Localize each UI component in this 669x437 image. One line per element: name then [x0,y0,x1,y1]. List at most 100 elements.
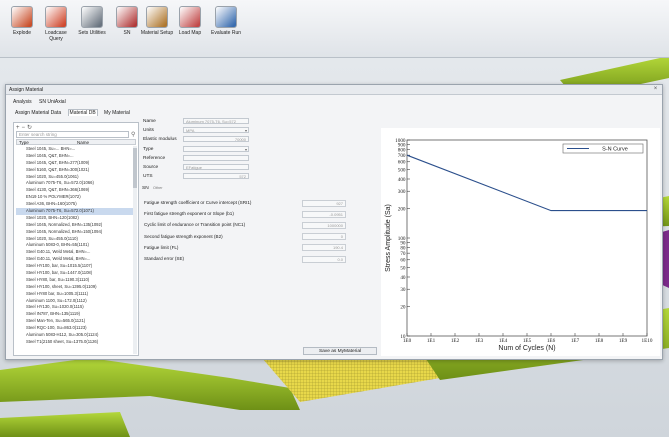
save-as-mymaterial-button[interactable]: Save as MyMaterial [303,347,377,355]
y-tick-label: 700 [398,153,406,159]
sn-param-row: Cyclic limit of endurance or Transition … [142,221,346,229]
sn-param-label: Standard error (SE) [144,256,185,261]
sn-param-field[interactable]: -0.0951 [302,210,346,218]
legend-label: S-N Curve [602,147,628,153]
material-list-item[interactable]: Steel HY80 bar, Su=1005.3(1111) [16,291,134,298]
sn-param-row: Standard error (SE) 0.0 [142,255,346,263]
property-field[interactable] [183,145,249,152]
explode-icon [11,6,33,28]
sn-param-field[interactable]: 927 [302,199,346,207]
property-row: Type [143,145,255,153]
y-tick-label: 50 [400,265,406,271]
sn-chart: 1E0 1E1 1E2 1E3 1E4 1E5 1E6 1E7 1E8 1E9 1E10 1000 90… [381,128,660,356]
evaluate-run-button[interactable]: Evaluate Run [208,6,244,36]
material-list-item[interactable]: Steel 1045, Su=... BHN=... [16,146,134,153]
sn-param-field[interactable]: 0 [302,233,346,241]
search-icon[interactable]: ⚲ [131,131,135,138]
material-list-item[interactable]: Steel 4130, Q&T, BHN=366(1069) [16,187,134,194]
y-tick-label: 400 [398,177,406,183]
material-list-item[interactable]: Steel HY80, bar, Su=1190.3(1110) [16,277,134,284]
x-tick-label: 1E2 [451,338,460,344]
material-list-item[interactable]: Steel 1045, Q&T, BHN=... [16,153,134,160]
material-list-item[interactable]: Steel 5160, Q&T, BHN=300(1021) [16,167,134,174]
material-list-item[interactable]: Aluminum 1100, Su=172.0(1112) [16,298,134,305]
sn-param-label: Second fatigue strength exponent (B2) [144,233,223,239]
material-list-item[interactable]: Steel HY100, bar, Su=1447.0(1108) [16,270,134,277]
sn-param-label: Cyclic limit of endurance or Transition … [144,222,246,228]
material-list-panel: +−↻ Enter search string ⚲ Type Name Stee… [13,122,139,356]
property-field[interactable]: EFatigue [183,164,249,170]
tab-assign-material-data[interactable]: Assign Material Data [14,110,62,116]
sn-param-row: Fatigue limit (FL) 190.4 [142,244,346,252]
property-row: Units MPA [143,127,255,134]
material-list-item[interactable]: Steel 1045, Q&T, BHN=277(1009) [16,160,134,167]
y-tick-label: 300 [398,189,406,195]
list-scrollbar[interactable] [133,146,137,354]
x-tick-label: 1E4 [499,338,508,344]
sn-param-field[interactable]: 0.0 [302,255,346,263]
explode-button[interactable]: Explode [4,6,40,36]
material-setup-label: Material Setup [140,30,174,36]
y-tick-label: 200 [398,206,406,212]
material-setup-button[interactable]: Material Setup [139,6,175,36]
beam-bottom-left [0,358,300,410]
material-list-item[interactable]: Steel HY100, sheet, Su=1395.0(1109) [16,284,134,291]
x-tick-label: 1E7 [571,338,580,344]
property-field[interactable]: Aluminum 7075-T6, Su=572 [183,118,249,124]
scroll-thumb[interactable] [133,148,137,188]
property-field[interactable]: 70000 [183,136,249,143]
tab-my-material[interactable]: My Material [103,110,131,116]
list-header: Type Name [16,139,136,145]
material-list-item[interactable]: Aluminum 5083-0, BHN=55(1101) [16,242,134,249]
load-map-button[interactable]: Load Map [172,6,208,36]
loadcase-query-button[interactable]: Loadcase Query [38,6,74,42]
material-list-item[interactable]: Steel 1045, Normalized, BHN=150(1094) [16,229,134,236]
y-axis-title: Stress Amplitude (Sa) [385,204,392,272]
y-tick-label: 20 [400,304,406,310]
property-label: Name [143,119,156,124]
material-list-item[interactable]: Steel A36, BHN=160(1075) [16,201,134,208]
material-list-item[interactable]: Steel Man-Ten, Su=565.0(1121) [16,318,134,325]
loadcase-query-label: Loadcase Query [45,30,67,42]
material-list-item[interactable]: Steel 1020, BHN=120(1082) [16,215,134,222]
tab-sn-uniaxial[interactable]: SN UniAxial [38,99,67,105]
sn-param-field[interactable]: 1000000 [302,221,346,229]
material-list-item[interactable]: EN19 10 % POLYMER(1072) [16,194,134,201]
tab-analysis[interactable]: Analysis [12,99,33,105]
sn-chart-svg: 1E0 1E1 1E2 1E3 1E4 1E5 1E6 1E7 1E8 1E9 1E10100090… [385,138,653,352]
property-row: UTS 572 [143,173,255,180]
sn-param-row: Fatigue strength coefficient or Curve in… [142,199,346,207]
top-tabs: Analysis SN UniAxial [12,99,71,105]
material-list-item[interactable]: Steel RQC-100, Su=863.0(1123) [16,325,134,332]
load-map-icon [179,6,201,28]
sn-param-field[interactable]: 190.4 [302,244,346,252]
property-field[interactable]: 572 [183,173,249,180]
y-tick-label: 70 [400,251,406,257]
material-list-item[interactable]: Aluminum 7075-T6, Su=572.0(1066) [16,180,134,187]
close-icon[interactable]: × [652,86,659,93]
material-list-item[interactable]: Steel 1045, Normalized, BHN=135(1092) [16,222,134,229]
assign-material-dialog: Assign Material × Analysis SN UniAxial A… [5,84,663,360]
material-list-item[interactable]: Steel T1(2150 sheet, Su=1375.0(1126) [16,339,134,346]
evaluate-run-icon [215,6,237,28]
property-field[interactable] [183,154,249,161]
search-input[interactable]: Enter search string [16,131,129,138]
material-list-item[interactable]: Aluminum 7075-T6, Su=572.0(1071) [16,208,134,215]
material-list-item[interactable]: Steel IN787, BHN=135(1119) [16,311,134,318]
evaluate-run-label: Evaluate Run [210,30,242,36]
property-field[interactable]: MPA [183,127,249,134]
sets-utilities-button[interactable]: Sets Utilities [74,6,110,36]
material-list-item[interactable]: Steel G40.11, Weld Metal, BHN=... [16,249,134,256]
material-list-item[interactable]: Steel 1020, Su=455.0(1061) [16,174,134,181]
load-map-label: Load Map [178,30,202,36]
material-list-item[interactable]: Aluminum 5083-H112, Su=305.0(1124) [16,332,134,339]
sn-icon [116,6,138,28]
property-row: Reference [143,154,255,162]
material-list-item[interactable]: Steel G40.11, Weld Metal, BHN=... [16,256,134,263]
property-row: Name Aluminum 7075-T6, Su=572 [143,118,255,125]
material-list-item[interactable]: Steel HY130, Su=1020.0(1115) [16,304,134,311]
material-list-item[interactable]: Steel HY100, bar, Su=1015.5(1107) [16,263,134,270]
material-list-item[interactable]: Steel 1020, Su=455.0(1110) [16,236,134,243]
property-label: Elastic modulus [143,137,177,143]
tab-material-db[interactable]: Material DB [67,109,98,116]
